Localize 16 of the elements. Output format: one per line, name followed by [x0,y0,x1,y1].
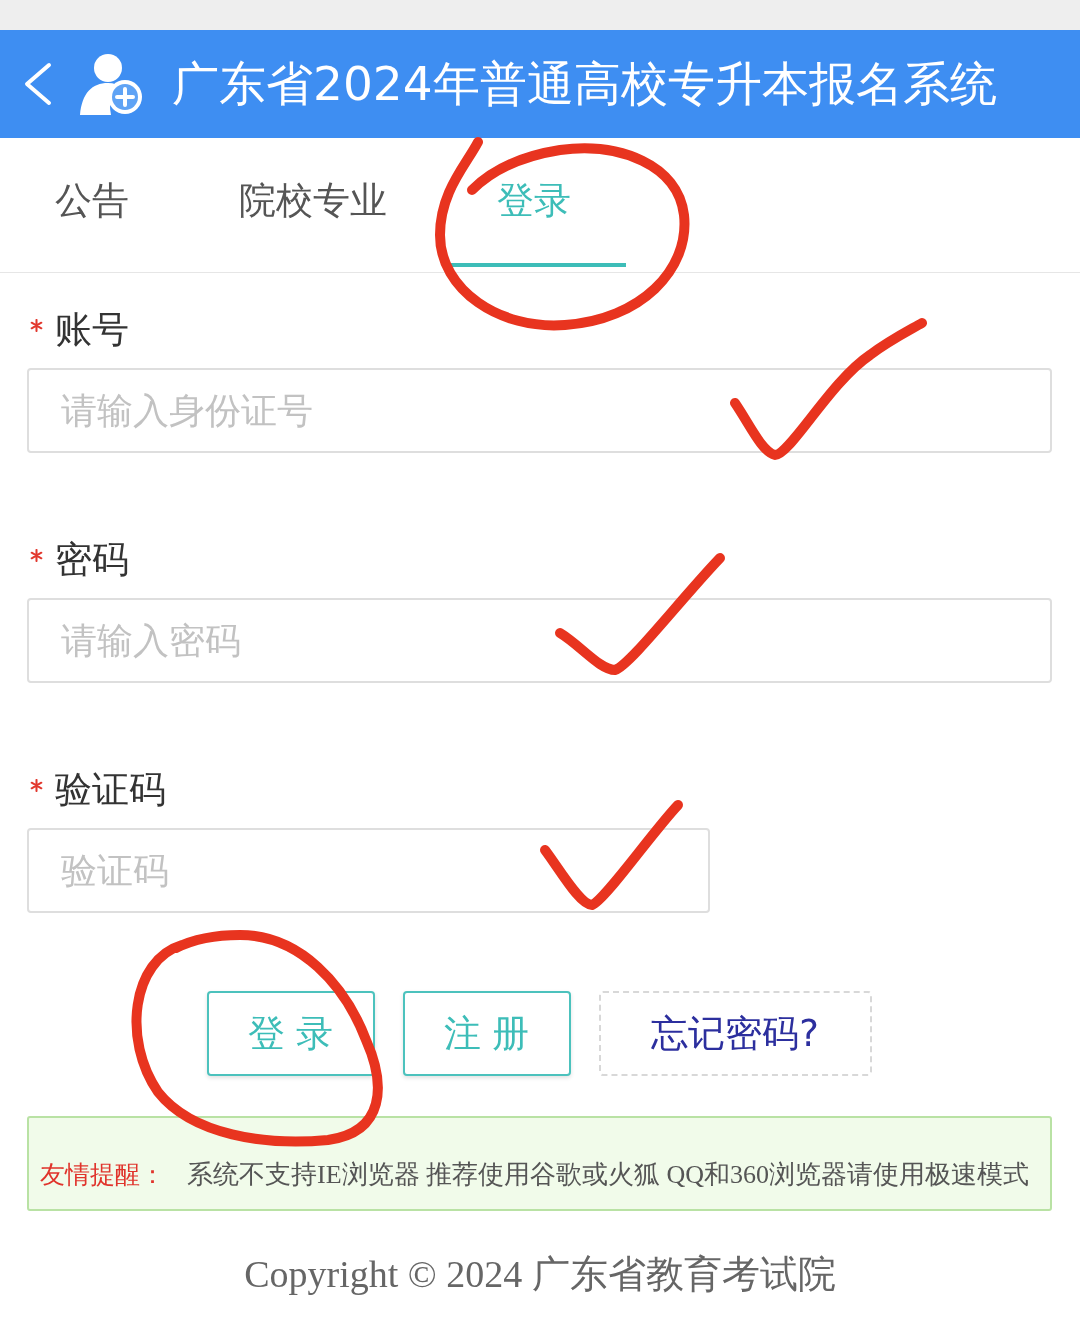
hand-drawn-tick-icon [730,318,927,460]
notice-text: 系统不支持IE浏览器 推荐使用谷歌或火狐 QQ和360浏览器请使用极速模式 [187,1159,1030,1191]
page-title: 广东省2024年普通高校专升本报名系统 [172,55,997,113]
field-label: 密码 [55,538,129,582]
user-add-icon [78,53,144,115]
field-label: 验证码 [55,768,166,812]
back-icon[interactable] [22,62,52,106]
forgot-password-link[interactable]: 忘记密码? [598,991,872,1076]
hand-drawn-tick-icon [540,800,683,910]
input-field[interactable]: 请输入密码 [27,598,1052,683]
hand-drawn-tick-icon [555,553,725,675]
notice-label: 友情提醒： [40,1160,165,1190]
copyright-text: Copyright © 2024 广东省教育考试院 [244,1253,836,1295]
input-field[interactable]: 请输入身份证号 [27,368,1052,453]
input-field[interactable]: 验证码 [27,828,710,913]
field-label: 账号 [55,308,129,352]
